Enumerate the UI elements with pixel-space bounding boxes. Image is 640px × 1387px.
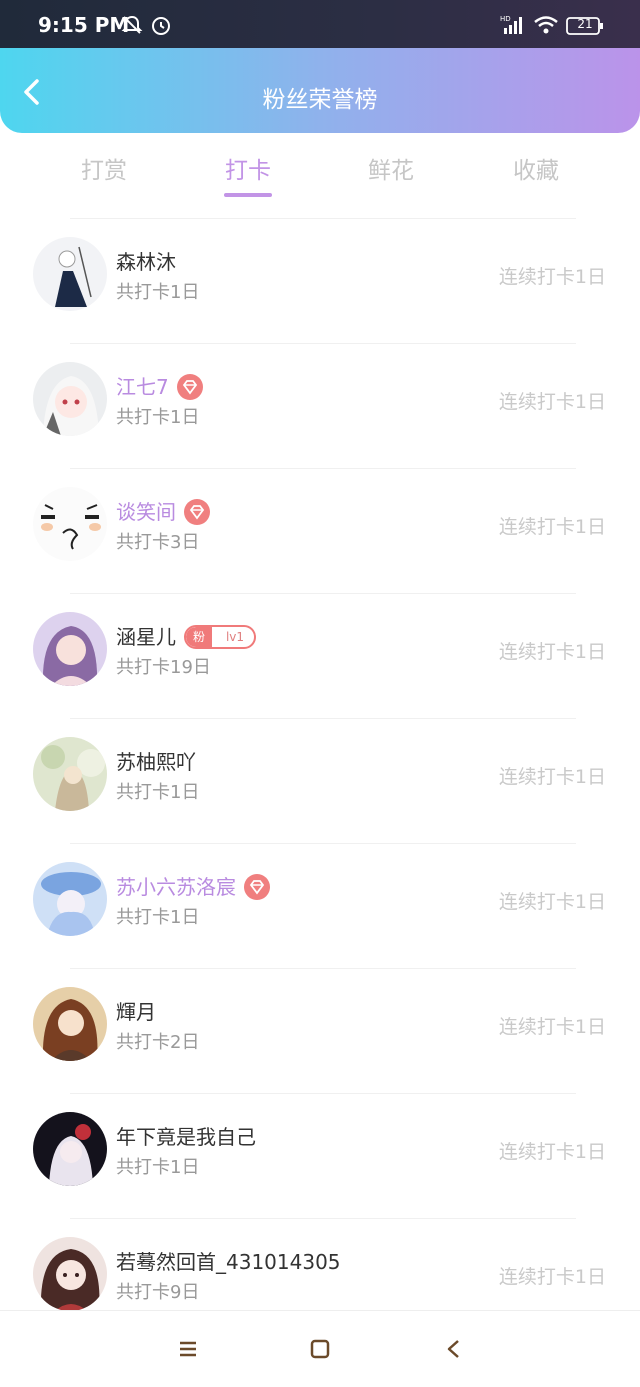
list-item[interactable]: 谈笑间 共打卡3日 连续打卡1日 xyxy=(0,469,640,594)
streak-text: 连续打卡1日 xyxy=(498,391,606,413)
alarm-icon xyxy=(150,14,172,40)
system-back-button[interactable] xyxy=(442,1337,466,1361)
fan-level-badge: 粉 lv1 xyxy=(184,624,256,649)
user-name: 谈笑间 xyxy=(116,496,210,525)
avatar[interactable] xyxy=(33,987,107,1061)
avatar[interactable] xyxy=(33,1112,107,1186)
svg-text:HD: HD xyxy=(500,15,511,23)
tab-reward[interactable]: 打赏 xyxy=(44,151,164,185)
wifi-icon xyxy=(533,14,559,40)
tab-flowers[interactable]: 鲜花 xyxy=(331,151,451,185)
total-checkins: 共打卡1日 xyxy=(116,907,200,928)
list-item[interactable]: 江七7 共打卡1日 连续打卡1日 xyxy=(0,344,640,469)
fan-badge-level: lv1 xyxy=(225,629,245,644)
total-checkins: 共打卡3日 xyxy=(116,532,200,553)
streak-text: 连续打卡1日 xyxy=(498,766,606,788)
streak-text: 连续打卡1日 xyxy=(498,1141,606,1163)
total-checkins: 共打卡19日 xyxy=(116,657,211,678)
user-name: 涵星儿粉 lv1 xyxy=(116,621,256,650)
total-checkins: 共打卡1日 xyxy=(116,782,200,803)
page-title: 粉丝荣誉榜 xyxy=(262,87,378,113)
list-item[interactable]: 苏小六苏洛宸 共打卡1日 连续打卡1日 xyxy=(0,844,640,969)
status-bar: 9:15 PM HD 21 xyxy=(0,0,640,48)
diamond-badge-icon xyxy=(184,498,210,525)
status-time: 9:15 PM xyxy=(38,13,130,37)
user-name: 若蓦然回首_431014305 xyxy=(116,1250,341,1274)
avatar[interactable] xyxy=(33,737,107,811)
user-name: 苏柚熙吖 xyxy=(116,750,196,774)
list-item[interactable]: 苏柚熙吖 共打卡1日 连续打卡1日 xyxy=(0,719,640,844)
home-square-icon xyxy=(310,1339,330,1359)
mute-icon xyxy=(121,14,143,40)
avatar[interactable] xyxy=(33,362,107,436)
tab-active-indicator xyxy=(224,193,272,197)
system-nav-bar xyxy=(0,1310,640,1387)
diamond-badge-icon xyxy=(244,873,270,900)
total-checkins: 共打卡1日 xyxy=(116,407,200,428)
app-header: 粉丝荣誉榜 xyxy=(0,48,640,133)
list-item[interactable]: 涵星儿粉 lv1 共打卡19日 连续打卡1日 xyxy=(0,594,640,719)
avatar[interactable] xyxy=(33,237,107,311)
total-checkins: 共打卡1日 xyxy=(116,282,200,303)
list-item[interactable]: 森林沐 共打卡1日 连续打卡1日 xyxy=(0,219,640,344)
battery-level: 21 xyxy=(577,17,593,31)
avatar[interactable] xyxy=(33,862,107,936)
diamond-badge-icon xyxy=(176,373,203,400)
user-name: 輝月 xyxy=(116,1000,156,1024)
streak-text: 连续打卡1日 xyxy=(498,1016,606,1038)
list-item[interactable]: 輝月 共打卡2日 连续打卡1日 xyxy=(0,969,640,1094)
streak-text: 连续打卡1日 xyxy=(498,516,606,538)
user-name: 江七7 xyxy=(116,371,203,400)
total-checkins: 共打卡1日 xyxy=(116,1157,200,1178)
menu-icon xyxy=(180,1341,196,1357)
user-name: 苏小六苏洛宸 xyxy=(116,871,270,900)
tab-favorites[interactable]: 收藏 xyxy=(476,151,596,185)
back-triangle-icon xyxy=(447,1340,459,1358)
menu-button[interactable] xyxy=(176,1337,200,1361)
streak-text: 连续打卡1日 xyxy=(498,1266,606,1288)
avatar[interactable] xyxy=(33,487,107,561)
user-name: 森林沐 xyxy=(116,250,176,274)
avatar[interactable] xyxy=(33,1237,107,1311)
signal-icon: HD xyxy=(500,14,526,40)
home-button[interactable] xyxy=(308,1337,332,1361)
total-checkins: 共打卡9日 xyxy=(116,1282,200,1303)
streak-text: 连续打卡1日 xyxy=(498,641,606,663)
streak-text: 连续打卡1日 xyxy=(498,266,606,288)
user-name: 年下竟是我自己 xyxy=(116,1125,256,1149)
fan-badge-label: 粉 xyxy=(186,626,212,647)
streak-text: 连续打卡1日 xyxy=(498,891,606,913)
tab-checkin[interactable]: 打卡 xyxy=(188,151,308,185)
avatar[interactable] xyxy=(33,612,107,686)
list-item[interactable]: 年下竟是我自己 共打卡1日 连续打卡1日 xyxy=(0,1094,640,1219)
total-checkins: 共打卡2日 xyxy=(116,1032,200,1053)
tab-bar: 打赏 打卡 鲜花 收藏 xyxy=(0,133,640,219)
